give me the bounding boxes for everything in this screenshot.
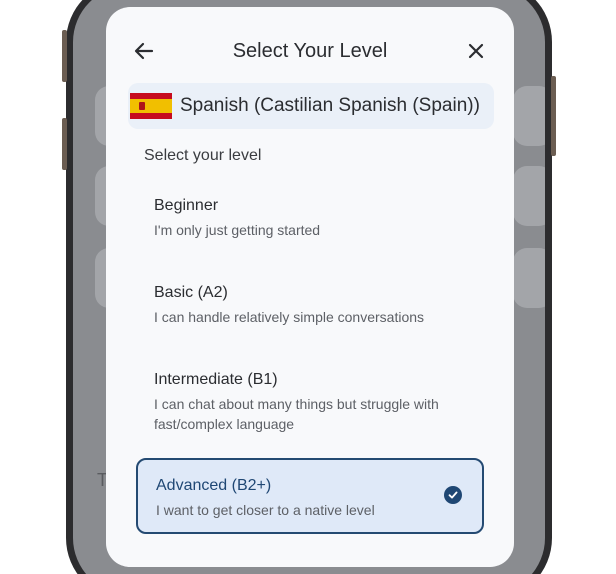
level-title: Beginner <box>154 197 219 214</box>
sheet-header: Select Your Level <box>106 33 514 69</box>
level-selection-sheet: Select Your Level Spanish (Castilian Spa… <box>106 7 514 567</box>
level-title: Advanced (B2+) <box>156 477 272 494</box>
screen: T Select Your Level Spanish (Castilian S… <box>0 0 616 574</box>
language-label: Spanish (Castilian Spanish (Spain)) <box>180 95 480 116</box>
level-title: Intermediate (B1) <box>154 371 278 388</box>
background-tile <box>513 248 545 308</box>
level-description: I'm only just getting started <box>154 222 321 238</box>
checkmark-icon <box>444 486 462 504</box>
close-icon <box>468 43 484 59</box>
level-description: I can chat about many things but struggl… <box>154 396 439 432</box>
arrow-left-icon <box>134 42 154 60</box>
power-button <box>551 76 556 156</box>
page-title: Select Your Level <box>232 40 388 62</box>
level-description: I want to get closer to a native level <box>156 502 375 518</box>
volume-button <box>62 118 67 170</box>
level-option-beginner[interactable]: Beginner I'm only just getting started <box>136 187 484 251</box>
section-label: Select your level <box>144 147 262 164</box>
background-tile <box>513 166 545 226</box>
volume-button <box>62 30 67 82</box>
background-tile <box>513 86 545 146</box>
level-option-intermediate[interactable]: Intermediate (B1) I can chat about many … <box>136 361 484 443</box>
level-option-basic[interactable]: Basic (A2) I can handle relatively simpl… <box>136 274 484 338</box>
language-chip[interactable]: Spanish (Castilian Spanish (Spain)) <box>128 83 494 129</box>
level-description: I can handle relatively simple conversat… <box>154 309 425 325</box>
level-title: Basic (A2) <box>154 284 228 301</box>
close-button[interactable] <box>460 35 492 67</box>
back-button[interactable] <box>128 35 160 67</box>
spain-flag-icon <box>130 93 172 119</box>
level-option-advanced[interactable]: Advanced (B2+) I want to get closer to a… <box>136 458 484 534</box>
